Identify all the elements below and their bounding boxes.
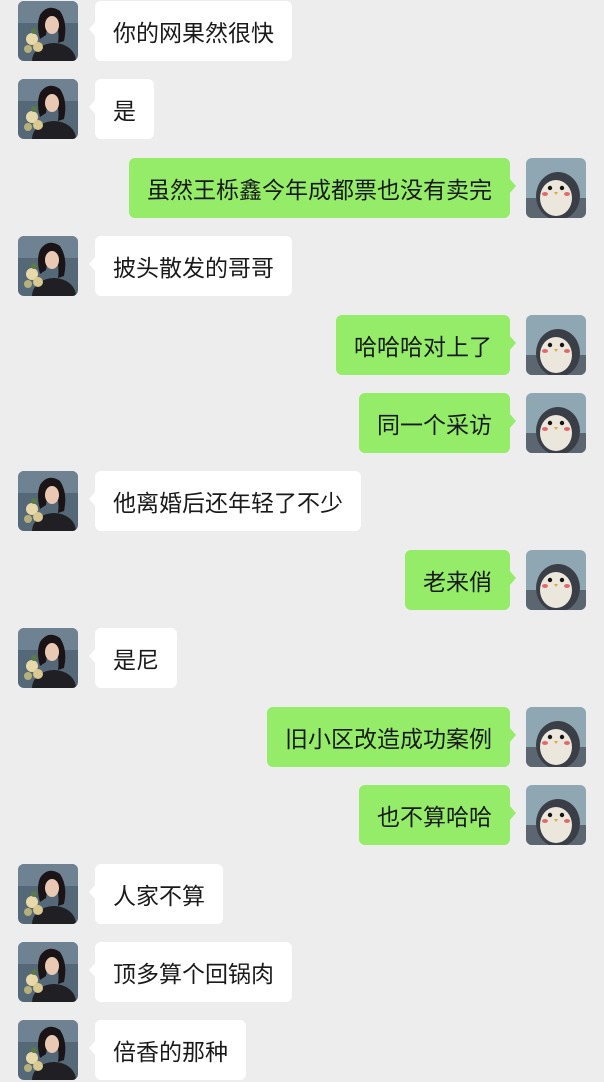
penguin-icon — [526, 550, 586, 610]
message-row-outgoing: 也不算哈哈 — [0, 785, 604, 847]
message-bubble[interactable]: 也不算哈哈 — [359, 785, 510, 845]
message-row-outgoing: 同一个采访 — [0, 393, 604, 455]
contact-avatar[interactable] — [18, 1, 78, 61]
woman-portrait-icon — [18, 628, 78, 688]
message-bubble[interactable]: 老来俏 — [405, 550, 510, 610]
bubble-tail — [509, 570, 516, 586]
message-bubble[interactable]: 是 — [95, 79, 154, 139]
woman-portrait-icon — [18, 942, 78, 1002]
contact-avatar[interactable] — [18, 1020, 78, 1080]
message-bubble[interactable]: 披头散发的哥哥 — [95, 236, 292, 296]
message-bubble[interactable]: 你的网果然很快 — [95, 1, 292, 61]
self-avatar[interactable] — [526, 707, 586, 767]
message-bubble[interactable]: 人家不算 — [95, 864, 223, 924]
message-row-outgoing: 老来俏 — [0, 550, 604, 612]
contact-avatar[interactable] — [18, 864, 78, 924]
penguin-icon — [526, 707, 586, 767]
message-row-outgoing: 旧小区改造成功案例 — [0, 707, 604, 769]
penguin-icon — [526, 785, 586, 845]
message-row-outgoing: 哈哈哈对上了 — [0, 315, 604, 377]
bubble-tail — [509, 335, 516, 351]
self-avatar[interactable] — [526, 315, 586, 375]
message-row-incoming: 披头散发的哥哥 — [0, 236, 604, 298]
contact-avatar[interactable] — [18, 471, 78, 531]
bubble-tail — [509, 413, 516, 429]
penguin-icon — [526, 393, 586, 453]
bubble-tail — [509, 805, 516, 821]
penguin-icon — [526, 315, 586, 375]
woman-portrait-icon — [18, 236, 78, 296]
message-row-outgoing: 虽然王栎鑫今年成都票也没有卖完 — [0, 158, 604, 220]
message-row-incoming: 倍香的那种 — [0, 1020, 604, 1082]
message-row-incoming: 是尼 — [0, 628, 604, 690]
bubble-tail — [509, 727, 516, 743]
message-row-incoming: 他离婚后还年轻了不少 — [0, 471, 604, 533]
message-bubble[interactable]: 倍香的那种 — [95, 1020, 246, 1080]
woman-portrait-icon — [18, 79, 78, 139]
message-bubble[interactable]: 他离婚后还年轻了不少 — [95, 471, 361, 531]
contact-avatar[interactable] — [18, 236, 78, 296]
woman-portrait-icon — [18, 1020, 78, 1080]
message-bubble[interactable]: 顶多算个回锅肉 — [95, 942, 292, 1002]
message-bubble[interactable]: 是尼 — [95, 628, 177, 688]
self-avatar[interactable] — [526, 550, 586, 610]
contact-avatar[interactable] — [18, 79, 78, 139]
contact-avatar[interactable] — [18, 628, 78, 688]
message-bubble[interactable]: 虽然王栎鑫今年成都票也没有卖完 — [129, 158, 510, 218]
woman-portrait-icon — [18, 864, 78, 924]
self-avatar[interactable] — [526, 158, 586, 218]
woman-portrait-icon — [18, 1, 78, 61]
self-avatar[interactable] — [526, 393, 586, 453]
message-row-incoming: 你的网果然很快 — [0, 1, 604, 63]
woman-portrait-icon — [18, 471, 78, 531]
penguin-icon — [526, 158, 586, 218]
message-bubble[interactable]: 哈哈哈对上了 — [336, 315, 510, 375]
message-row-incoming: 是 — [0, 79, 604, 141]
message-bubble[interactable]: 同一个采访 — [359, 393, 510, 453]
contact-avatar[interactable] — [18, 942, 78, 1002]
message-bubble[interactable]: 旧小区改造成功案例 — [267, 707, 510, 767]
message-row-incoming: 人家不算 — [0, 864, 604, 926]
self-avatar[interactable] — [526, 785, 586, 845]
bubble-tail — [509, 178, 516, 194]
chat-message-list: 你的网果然很快 是 虽然王栎鑫今年成都票也没有卖完 披头散发的哥哥 哈哈哈对上了… — [0, 0, 604, 1080]
message-row-incoming: 顶多算个回锅肉 — [0, 942, 604, 1004]
